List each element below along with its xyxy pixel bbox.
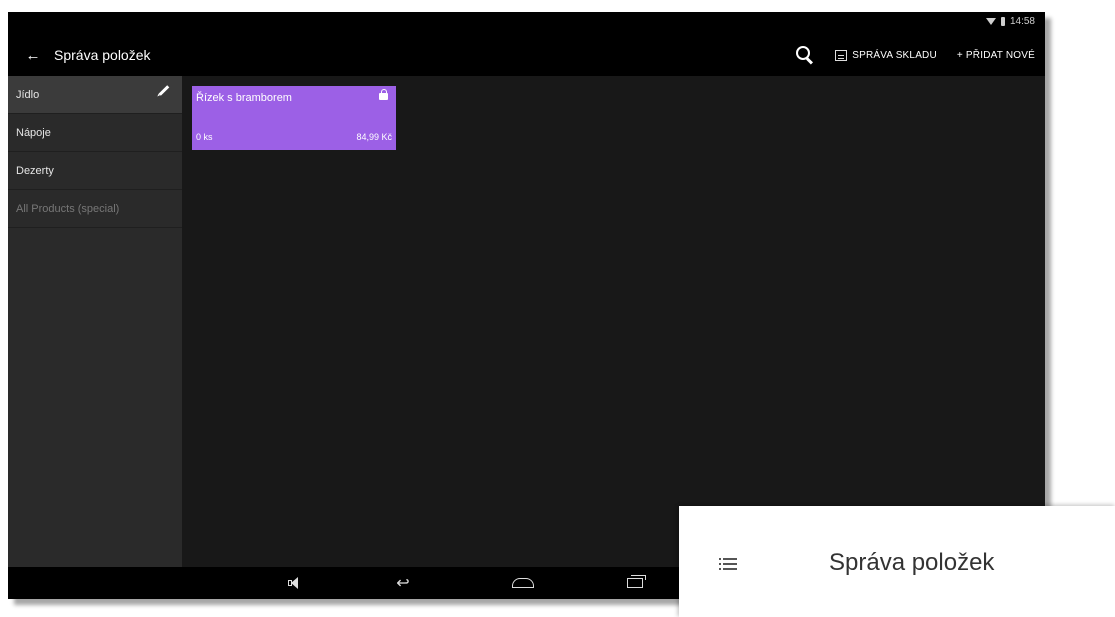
add-new-label: + PŘIDAT NOVÉ xyxy=(956,49,1035,61)
status-bar: 14:58 xyxy=(8,12,1045,34)
stock-management-button[interactable]: SPRÁVA SKLADU xyxy=(835,49,937,61)
action-bar: ← Správa položek SPRÁVA SKLADU + PŘIDAT … xyxy=(8,34,1045,76)
list-icon xyxy=(719,558,737,570)
sidebar-item-label: Nápoje xyxy=(16,126,51,139)
battery-icon xyxy=(1000,17,1005,26)
page-title: Správa položek xyxy=(54,47,151,63)
back-nav-icon[interactable]: ↩ xyxy=(388,573,418,593)
search-icon[interactable] xyxy=(793,44,815,66)
product-name: Řízek s bramborem xyxy=(196,92,292,104)
category-sidebar: Jídlo Nápoje Dezerty All Products (speci… xyxy=(8,76,182,567)
warehouse-icon xyxy=(835,49,848,61)
product-quantity: 0 ks xyxy=(196,132,213,142)
sidebar-item-jidlo[interactable]: Jídlo xyxy=(8,76,182,114)
sidebar-item-napoje[interactable]: Nápoje xyxy=(8,114,182,152)
recent-apps-icon[interactable] xyxy=(620,573,650,593)
product-tile[interactable]: Řízek s bramborem 0 ks 84,99 Kč xyxy=(192,86,396,150)
add-new-button[interactable]: + PŘIDAT NOVÉ xyxy=(957,50,1035,61)
back-arrow-icon[interactable]: ← xyxy=(22,44,44,66)
wifi-icon xyxy=(985,18,996,25)
menu-callout-card: Správa položek xyxy=(679,506,1115,617)
stock-management-label: SPRÁVA SKLADU xyxy=(852,49,937,61)
sidebar-item-dezerty[interactable]: Dezerty xyxy=(8,152,182,190)
sidebar-item-all-products[interactable]: All Products (special) xyxy=(8,190,182,228)
callout-title: Správa položek xyxy=(829,549,995,576)
sidebar-item-label: Jídlo xyxy=(16,88,40,101)
status-time: 14:58 xyxy=(1009,16,1035,27)
volume-icon[interactable] xyxy=(280,573,310,593)
sidebar-item-label: All Products (special) xyxy=(16,202,120,215)
edit-pencil-icon[interactable] xyxy=(158,85,170,96)
product-grid: Řízek s bramborem 0 ks 84,99 Kč xyxy=(182,76,1045,567)
product-price: 84,99 Kč xyxy=(356,132,392,142)
lock-icon xyxy=(379,89,388,100)
sidebar-item-label: Dezerty xyxy=(16,164,54,177)
home-icon[interactable] xyxy=(508,573,538,593)
